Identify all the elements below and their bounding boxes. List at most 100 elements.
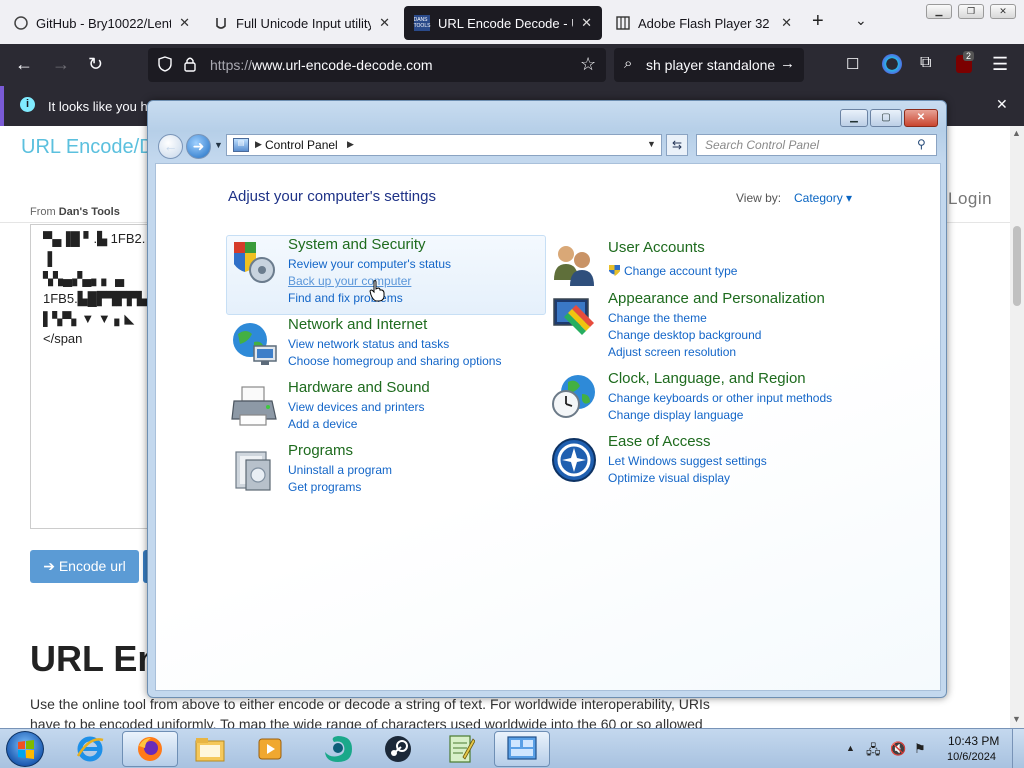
scroll-down-icon[interactable]: ▼ [1012, 714, 1021, 724]
shield-security-icon[interactable] [230, 238, 278, 286]
show-desktop-button[interactable] [1012, 729, 1024, 768]
firefox-icon[interactable] [122, 731, 178, 767]
forward-arrow-icon[interactable]: ➜ [186, 134, 211, 159]
close-icon[interactable]: ✕ [581, 15, 592, 31]
network-icon[interactable]: 🖧 [866, 741, 881, 763]
close-icon[interactable]: ✕ [996, 96, 1008, 113]
url-text[interactable]: https://www.url-encode-decode.com [210, 57, 433, 73]
volume-muted-icon[interactable]: 🔇 [890, 741, 906, 757]
close-icon[interactable]: ✕ [904, 109, 938, 127]
chevron-right-icon[interactable]: ▶ [255, 139, 262, 150]
link-find-fix-problems[interactable]: Find and fix problems [288, 291, 403, 305]
file-explorer-icon[interactable] [182, 731, 238, 767]
tab-github[interactable]: GitHub - Bry10022/Lentare ✕ [4, 6, 200, 40]
search-box[interactable]: ⚲ [696, 134, 937, 156]
close-icon[interactable]: ✕ [379, 15, 390, 31]
clock-date[interactable]: 10/6/2024 [947, 751, 996, 763]
close-icon[interactable]: ✕ [179, 15, 190, 31]
site-title[interactable]: URL Encode/D [21, 136, 154, 159]
network-globe-icon[interactable] [230, 320, 278, 368]
category-network-and-internet[interactable]: Network and Internet [288, 316, 427, 333]
category-system-and-security[interactable]: System and Security [288, 236, 426, 253]
close-icon[interactable]: ✕ [990, 4, 1016, 19]
control-panel-icon[interactable] [494, 731, 550, 767]
link-homegroup-sharing[interactable]: Choose homegroup and sharing options [288, 354, 501, 368]
category-programs[interactable]: Programs [288, 442, 353, 459]
bookmark-star-icon[interactable]: ☆ [580, 54, 596, 75]
link-change-keyboards[interactable]: Change keyboards or other input methods [608, 391, 832, 405]
link-get-programs[interactable]: Get programs [288, 480, 361, 494]
link-review-status[interactable]: Review your computer's status [288, 257, 451, 271]
link-screen-resolution[interactable]: Adjust screen resolution [608, 345, 736, 359]
encode-url-button[interactable]: ➔ Encode url [30, 550, 139, 583]
clock-time[interactable]: 10:43 PM [948, 734, 999, 748]
view-by-dropdown[interactable]: Category ▾ [794, 191, 852, 205]
forward-arrow-icon[interactable]: → [52, 54, 70, 75]
menu-icon[interactable]: ☰ [992, 54, 1008, 75]
tab-adobe-flash[interactable]: Adobe Flash Player 32 (Star ✕ [606, 6, 802, 40]
link-desktop-background[interactable]: Change desktop background [608, 328, 761, 342]
users-icon[interactable] [550, 240, 598, 288]
appearance-icon[interactable] [550, 293, 598, 341]
tab-url-encode[interactable]: DANSTOOLS URL Encode Decode - URL ✕ [404, 6, 602, 40]
maximize-icon[interactable]: ▢ [870, 109, 902, 127]
chevron-right-icon[interactable]: ▶ [347, 139, 354, 150]
internet-explorer-icon[interactable] [62, 731, 118, 767]
shield-icon[interactable] [158, 56, 172, 77]
link-uninstall-program[interactable]: Uninstall a program [288, 463, 392, 477]
link-add-device[interactable]: Add a device [288, 417, 357, 431]
ease-of-access-icon[interactable] [550, 436, 598, 484]
scroll-thumb[interactable] [1013, 226, 1021, 306]
steam-icon[interactable] [370, 731, 426, 767]
link-back-up-computer[interactable]: Back up your computer [288, 274, 411, 288]
category-hardware-and-sound[interactable]: Hardware and Sound [288, 379, 430, 396]
reload-icon[interactable]: ↻ [88, 54, 103, 75]
link-windows-suggest-settings[interactable]: Let Windows suggest settings [608, 454, 767, 468]
printer-icon[interactable] [230, 383, 278, 431]
encode-textarea[interactable]: ▀▄▐█ ▘.▙ 1FB2. ▐ ▚▚▄▞▄▖▖ ▄ 1FB5.▙█▛▜▛▛▙ … [30, 224, 160, 529]
close-icon[interactable]: ✕ [781, 15, 792, 31]
breadcrumb-control-panel[interactable]: Control Panel [265, 138, 338, 152]
notepad-plus-icon[interactable] [432, 731, 488, 767]
link-network-status[interactable]: View network status and tasks [288, 337, 449, 351]
link-change-account-type[interactable]: Change account type [624, 264, 737, 278]
clock-globe-icon[interactable] [550, 372, 598, 420]
link-optimize-visual-display[interactable]: Optimize visual display [608, 471, 730, 485]
minimize-icon[interactable]: ▁ [840, 109, 868, 127]
link-devices-printers[interactable]: View devices and printers [288, 400, 425, 414]
minimize-icon[interactable]: ▁ [926, 4, 952, 19]
programs-icon[interactable] [230, 446, 278, 494]
browser-app-icon[interactable] [310, 731, 366, 767]
chevron-down-icon[interactable]: ⌄ [855, 12, 867, 29]
tab-unicode[interactable]: Full Unicode Input utility ✕ [204, 6, 400, 40]
breadcrumb[interactable]: ▤ ▶ Control Panel ▶ ▼ [226, 134, 662, 156]
lock-icon[interactable] [184, 56, 196, 77]
category-clock-language-region[interactable]: Clock, Language, and Region [608, 370, 806, 387]
media-player-icon[interactable] [242, 731, 298, 767]
extensions-icon[interactable]: ⧉ [920, 54, 931, 72]
category-appearance-personalization[interactable]: Appearance and Personalization [608, 290, 825, 307]
chevron-up-icon[interactable]: ▲ [846, 743, 855, 753]
refresh-icon[interactable]: ⇆ [666, 134, 688, 156]
scroll-up-icon[interactable]: ▲ [1012, 128, 1021, 138]
back-arrow-icon[interactable]: ← [15, 54, 33, 75]
pocket-icon[interactable]: ☐ [846, 55, 859, 73]
brand-link[interactable]: Dan's Tools [59, 206, 120, 218]
start-button[interactable] [6, 731, 44, 767]
search-text[interactable]: sh player standalone [646, 57, 775, 73]
link-change-theme[interactable]: Change the theme [608, 311, 707, 325]
category-user-accounts[interactable]: User Accounts [608, 239, 705, 256]
link-display-language[interactable]: Change display language [608, 408, 743, 422]
go-arrow-icon[interactable]: → [780, 55, 795, 72]
url-bar[interactable]: https://www.url-encode-decode.com ☆ [148, 48, 606, 82]
action-center-flag-icon[interactable]: ⚑ [914, 741, 926, 757]
back-arrow-icon[interactable]: ← [158, 134, 183, 159]
new-tab-icon[interactable]: + [812, 10, 824, 33]
account-icon[interactable] [882, 54, 902, 74]
category-ease-of-access[interactable]: Ease of Access [608, 433, 711, 450]
page-scrollbar[interactable]: ▲ ▼ [1010, 126, 1024, 728]
search-input[interactable] [697, 135, 907, 155]
login-link[interactable]: Login [948, 189, 992, 209]
chevron-down-icon[interactable]: ▼ [647, 139, 656, 149]
search-icon[interactable]: ⚲ [917, 137, 926, 151]
